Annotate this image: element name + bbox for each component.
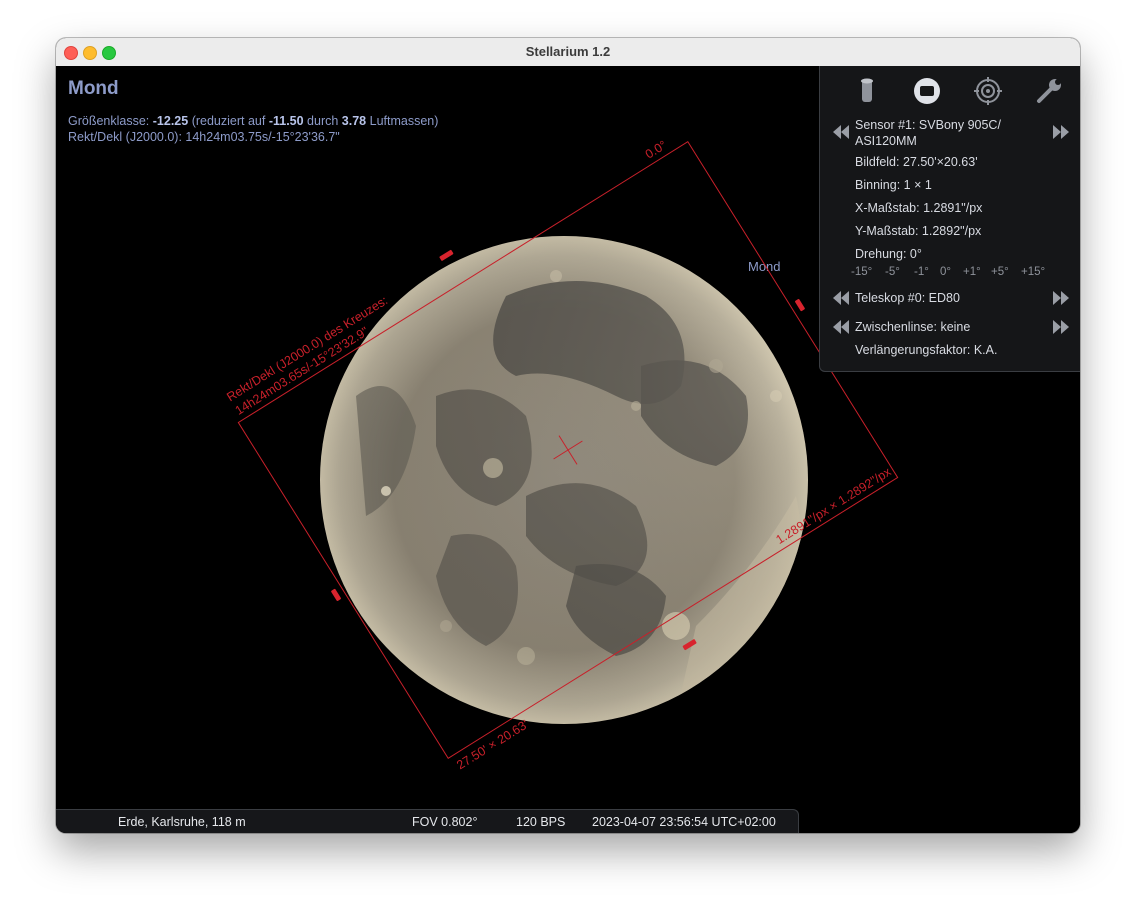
rotate-plus-15-button[interactable]: +15° bbox=[1021, 266, 1045, 278]
rotate-minus-5-button[interactable]: -5° bbox=[885, 266, 900, 278]
bottom-marker bbox=[682, 639, 697, 651]
window-title: Stellarium 1.2 bbox=[525, 44, 611, 59]
app-window: Stellarium 1.2 Mond Größenklasse: -12.25… bbox=[56, 38, 1080, 833]
ccd-fov-label: 27.50' × 20.63' bbox=[454, 717, 531, 772]
ccd-center-label-2: 14h24m03.65s/-15°23'32.9" bbox=[233, 324, 371, 418]
sensor-icon bbox=[914, 78, 940, 104]
sensor-prev-icon[interactable] bbox=[833, 125, 849, 139]
sensor-tab[interactable] bbox=[912, 76, 942, 106]
x-scale-label: X-Maßstab: 1.2891"/px bbox=[855, 201, 983, 215]
telescope-prev-icon[interactable] bbox=[833, 291, 849, 305]
telescope-label: Teleskop #0: ED80 bbox=[855, 291, 960, 305]
telescope-tab[interactable] bbox=[852, 76, 882, 106]
binning-label: Binning: 1 × 1 bbox=[855, 178, 932, 192]
ccd-center-label-1: Rekt/Dekl (J2000.0) des Kreuzes: bbox=[224, 293, 390, 404]
rotate-minus-15-button[interactable]: -15° bbox=[851, 266, 872, 278]
right-marker bbox=[795, 299, 805, 312]
rotate-minus-1-button[interactable]: -1° bbox=[914, 266, 929, 278]
y-scale-label: Y-Maßstab: 1.2892"/px bbox=[855, 224, 982, 238]
extension-label: Verlängerungsfaktor: K.A. bbox=[855, 343, 998, 357]
field-label: Bildfeld: 27.50'×20.63' bbox=[855, 155, 978, 169]
title-bar: Stellarium 1.2 bbox=[56, 38, 1080, 67]
left-marker bbox=[331, 588, 341, 601]
telescope-icon bbox=[861, 78, 873, 102]
eyepiece-tab[interactable] bbox=[973, 76, 1003, 106]
sky-view[interactable]: Mond Größenklasse: -12.25 (reduziert auf… bbox=[56, 66, 1080, 833]
rotate-reset-button[interactable]: 0° bbox=[940, 266, 951, 278]
sensor-label: Sensor #1: SVBony 905C/ASI120MM bbox=[855, 118, 1001, 148]
datetime-text[interactable]: 2023-04-07 23:56:54 UTC+02:00 bbox=[592, 815, 776, 829]
oculars-panel: Sensor #1: SVBony 905C/ASI120MM Bildfeld… bbox=[819, 66, 1080, 372]
eyepiece-icon bbox=[974, 77, 1002, 105]
sensor-next-icon[interactable] bbox=[1053, 125, 1069, 139]
location-text[interactable]: Erde, Karlsruhe, 118 m bbox=[118, 815, 246, 829]
lens-label: Zwischenlinse: keine bbox=[855, 320, 971, 334]
status-bar: Erde, Karlsruhe, 118 m FOV 0.802° 120 BP… bbox=[56, 809, 799, 833]
rotation-label: Drehung: 0° bbox=[855, 247, 922, 261]
top-marker bbox=[439, 249, 454, 261]
ccd-scale-label: 1.2891"/px × 1.2892"/px bbox=[773, 464, 894, 547]
telescope-next-icon[interactable] bbox=[1053, 291, 1069, 305]
wrench-icon bbox=[1037, 79, 1061, 103]
ccd-frame-group: 0.0° Rekt/Dekl (J2000.0) des Kreuzes: 14… bbox=[224, 138, 899, 772]
fps-text: 120 BPS bbox=[516, 815, 566, 829]
rotate-plus-1-button[interactable]: +1° bbox=[963, 266, 981, 278]
lens-next-icon[interactable] bbox=[1053, 320, 1069, 334]
ccd-rotation-label: 0.0° bbox=[643, 138, 669, 162]
lens-prev-icon[interactable] bbox=[833, 320, 849, 334]
settings-tab[interactable] bbox=[1034, 76, 1064, 106]
rotate-plus-5-button[interactable]: +5° bbox=[991, 266, 1009, 278]
fov-text: FOV 0.802° bbox=[412, 815, 478, 829]
center-cross-v bbox=[558, 435, 578, 465]
